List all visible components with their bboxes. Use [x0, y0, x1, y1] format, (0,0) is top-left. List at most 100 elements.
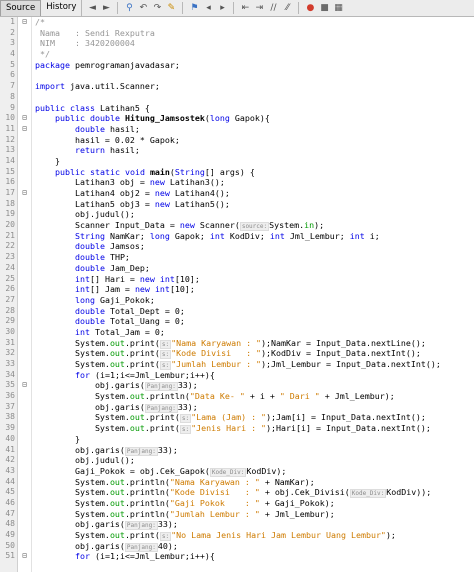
line-number: 10 — [5, 113, 15, 123]
uncomment-icon[interactable]: ⁄⁄ — [281, 2, 293, 14]
code-line[interactable]: obj.garis(Panjang: 33); — [35, 402, 474, 413]
code-line[interactable]: NIM : 3420200004 — [35, 38, 474, 49]
code-line[interactable]: Scanner Input_Data = new Scanner(source:… — [35, 220, 474, 232]
code-line[interactable]: public static void main(String[] args) { — [35, 167, 474, 178]
macro-record-icon[interactable]: ● — [304, 2, 316, 14]
code-line[interactable]: Latihan3 obj = new Latihan3(); — [35, 177, 474, 188]
code-area[interactable]: /* Nama : Sendi Rexputra NIM : 342020000… — [32, 17, 474, 572]
code-line[interactable]: Latihan4 obj2 = new Latihan4(); — [35, 188, 474, 199]
code-line[interactable]: obj.garis(Panjang: 33); — [35, 519, 474, 531]
line-number: 3 — [10, 38, 15, 48]
line-number: 48 — [5, 519, 15, 529]
code-line[interactable]: System.out.print(s: "Kode Divisi : ");Kod… — [35, 348, 474, 360]
fold-toggle-icon[interactable]: ⊟ — [18, 380, 31, 391]
code-line[interactable]: for (i=1;i<=Jml_Lembur;i++){ — [35, 551, 474, 562]
code-line[interactable]: System.out.print(s: "Lama (Jam) : ");Jam[… — [35, 412, 474, 424]
code-line[interactable]: double Jam_Dep; — [35, 263, 474, 274]
code-line[interactable]: double Total_Uang = 0; — [35, 316, 474, 327]
code-line[interactable]: obj.judul(); — [35, 209, 474, 220]
code-line[interactable]: int[] Jam = new int[10]; — [35, 284, 474, 295]
tab-source[interactable]: Source — [0, 0, 42, 16]
code-line[interactable]: System.out.print(s: "Nama Karyawan : ");N… — [35, 338, 474, 349]
line-number: 39 — [5, 423, 15, 433]
fold-toggle-icon[interactable]: ⊟ — [18, 188, 31, 199]
back-icon[interactable]: ◄ — [86, 2, 98, 14]
code-line[interactable]: System.out.println("Gaji Pokok : " + Gaj… — [35, 498, 474, 509]
code-line[interactable]: obj.garis(Panjang: 33); — [35, 445, 474, 456]
search-icon[interactable]: ⚲ — [123, 2, 135, 14]
prev-bookmark-icon[interactable]: ◂ — [202, 2, 214, 14]
fold-toggle-icon[interactable]: ⊟ — [18, 124, 31, 135]
code-editor[interactable]: 1 2 3 4 5 6 7 8 9 10 11 12 13 14 15 16 17 18 19 20 21 22 23 24 2… — [0, 17, 474, 572]
toolbar-buttons: ◄ ► ⚲ ↶ ↷ ✎ ⚑ ◂ ▸ ⇤ ⇥//⁄⁄ ● ■ ▦ — [86, 2, 344, 14]
code-line[interactable]: Gaji_Pokok = obj.Cek_Gapok(Kode_Div: KodD… — [35, 466, 474, 477]
code-line[interactable]: obj.garis(Panjang: 40); — [35, 541, 474, 552]
toggle-bookmark-icon[interactable]: ⚑ — [188, 2, 200, 14]
find-next-icon[interactable]: ↷ — [151, 2, 163, 14]
code-line[interactable]: int[] Hari = new int[10]; — [35, 274, 474, 285]
line-number: 37 — [5, 401, 15, 411]
code-line[interactable]: double hasil; — [35, 124, 474, 135]
shift-left-icon[interactable]: ⇤ — [239, 2, 251, 14]
editor-toolbar: Source History ◄ ► ⚲ ↶ ↷ ✎ ⚑ ◂ ▸ ⇤ ⇥//⁄⁄ ● ■ ▦ — [0, 0, 474, 17]
code-line[interactable]: } — [35, 156, 474, 167]
highlight-icon[interactable]: ✎ — [165, 2, 177, 14]
code-line[interactable]: double Jamsos; — [35, 241, 474, 252]
code-line[interactable]: System.out.print(s: "Jenis Hari : ");Hari… — [35, 423, 474, 435]
code-line[interactable]: public class Latihan5 { — [35, 103, 474, 114]
code-line[interactable]: Nama : Sendi Rexputra — [35, 28, 474, 39]
code-line[interactable]: return hasil; — [35, 145, 474, 156]
line-number: 17 — [5, 188, 15, 197]
code-line[interactable]: System.out.print(s: "No Lama Jenis Hari J… — [35, 530, 474, 541]
code-line[interactable]: import java.util.Scanner; — [35, 81, 474, 92]
code-line[interactable]: System.out.print(s: "Jumlah Lembur : ");J… — [35, 359, 474, 370]
code-line[interactable]: System.out.println("Data Ke- " + i + " D… — [35, 391, 474, 402]
macro-stop-icon[interactable]: ■ — [318, 2, 330, 14]
line-number: 43 — [5, 465, 15, 475]
code-line[interactable]: System.out.println("Jumlah Lembur : " + … — [35, 509, 474, 520]
next-bookmark-icon[interactable]: ▸ — [216, 2, 228, 14]
grid-icon[interactable]: ▦ — [332, 2, 344, 14]
code-line[interactable] — [35, 70, 474, 81]
code-line[interactable]: for (i=1;i<=Jml_Lembur;i++){ — [35, 370, 474, 381]
fold-toggle-icon[interactable]: ⊟ — [18, 17, 31, 28]
code-line[interactable]: int Total_Jam = 0; — [35, 327, 474, 338]
code-line[interactable]: long Gaji_Pokok; — [35, 295, 474, 306]
code-line[interactable]: String NamKar; long Gapok; int KodDiv; i… — [35, 231, 474, 242]
code-line[interactable]: public double Hitung_Jamsostek(long Gapo… — [35, 113, 474, 124]
code-line[interactable]: double THP; — [35, 252, 474, 263]
code-line[interactable]: double Total_Dept = 0; — [35, 306, 474, 317]
comment-icon[interactable]: // — [267, 2, 279, 14]
forward-icon[interactable]: ► — [100, 2, 112, 14]
line-number: 2 — [10, 27, 15, 37]
code-line[interactable]: obj.judul(); — [35, 455, 474, 466]
shift-right-icon[interactable]: ⇥ — [253, 2, 265, 14]
code-line[interactable]: Latihan5 obj3 = new Latihan5(); — [35, 199, 474, 210]
code-line[interactable] — [35, 92, 474, 103]
code-line[interactable]: System.out.println("Kode Divisi : " + ob… — [35, 487, 474, 499]
code-line[interactable]: } — [35, 434, 474, 445]
code-line[interactable]: package pemrogramanjavadasar; — [35, 60, 474, 71]
fold-toggle-icon[interactable]: ⊟ — [18, 113, 31, 124]
code-line[interactable]: obj.garis(Panjang: 33); — [35, 380, 474, 392]
find-prev-icon[interactable]: ↶ — [137, 2, 149, 14]
tab-history[interactable]: History — [41, 0, 83, 16]
code-line[interactable]: */ — [35, 49, 474, 60]
line-number: 15 — [5, 166, 15, 176]
fold-toggle-icon[interactable]: ⊟ — [18, 551, 31, 562]
code-line[interactable]: /* — [35, 17, 474, 28]
code-line[interactable]: hasil = 0.02 * Gapok; — [35, 135, 474, 146]
code-line[interactable]: System.out.println("Nama Karyawan : " + … — [35, 477, 474, 488]
